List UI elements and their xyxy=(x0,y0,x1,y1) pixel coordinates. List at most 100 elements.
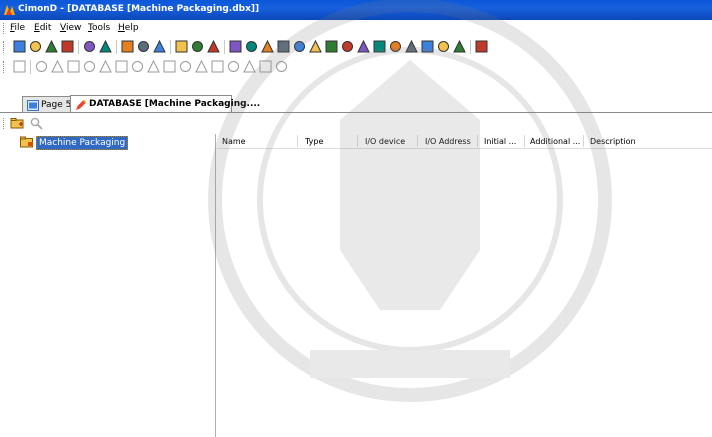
page-icon[interactable] xyxy=(372,39,387,54)
menu-help-accel: H xyxy=(118,23,125,33)
tree-item-label: Machine Packaging xyxy=(36,136,129,150)
menu-tools-rest: ools xyxy=(91,23,111,33)
draw-toolbar xyxy=(0,57,712,77)
toolbar-separator xyxy=(470,40,471,54)
draw-toolbar-grip[interactable] xyxy=(3,61,6,73)
new-icon[interactable] xyxy=(12,39,27,54)
column-description[interactable]: Description xyxy=(590,137,636,146)
document-tabs: Page 5 DATABASE [Machine Packaging.... xyxy=(0,95,712,113)
panel-toolbar-grip[interactable] xyxy=(3,118,6,129)
ungroup-icon[interactable] xyxy=(242,59,257,74)
list-header: Name Type I/O device I/O Address Initial… xyxy=(217,134,712,149)
frame-icon[interactable] xyxy=(258,59,273,74)
toolbar-separator xyxy=(116,40,117,54)
save-all-icon[interactable] xyxy=(60,39,75,54)
alarm-icon[interactable] xyxy=(308,39,323,54)
button-icon[interactable] xyxy=(210,59,225,74)
arc-icon[interactable] xyxy=(98,59,113,74)
copy-icon[interactable] xyxy=(136,39,151,54)
menu-edit-rest: dit xyxy=(39,23,52,33)
find-icon[interactable] xyxy=(174,39,189,54)
draw-icon[interactable] xyxy=(244,39,259,54)
column-separator[interactable] xyxy=(357,135,358,147)
help-icon[interactable] xyxy=(474,39,489,54)
rounded-rect-icon[interactable] xyxy=(66,59,81,74)
search-icon[interactable] xyxy=(30,117,44,130)
delete-icon[interactable] xyxy=(206,39,221,54)
gear-icon[interactable] xyxy=(146,59,161,74)
column-type[interactable]: Type xyxy=(305,137,323,146)
column-io-address[interactable]: I/O Address xyxy=(425,137,471,146)
tab-label: Page 5 xyxy=(41,100,72,110)
window-title: CimonD - [DATABASE [Machine Packaging.db… xyxy=(18,4,260,14)
display-icon[interactable] xyxy=(260,39,275,54)
bitmap-icon[interactable] xyxy=(194,59,209,74)
column-separator[interactable] xyxy=(524,135,525,147)
menu-view-rest: iew xyxy=(65,23,82,33)
add-group-icon[interactable] xyxy=(10,117,25,130)
toolbar-separator xyxy=(78,40,79,54)
panel-toolbar xyxy=(0,114,712,133)
network-icon[interactable] xyxy=(276,39,291,54)
column-initial[interactable]: Initial ... xyxy=(484,137,516,146)
menubar-grip[interactable] xyxy=(3,23,6,34)
ellipse-icon[interactable] xyxy=(82,59,97,74)
column-separator[interactable] xyxy=(583,135,584,147)
tab-label: DATABASE [Machine Packaging.... xyxy=(89,99,261,109)
object-icon[interactable] xyxy=(388,39,403,54)
menu-tools[interactable]: Tools xyxy=(88,23,110,33)
script-icon[interactable] xyxy=(340,39,355,54)
print-icon[interactable] xyxy=(82,39,97,54)
database-tab-icon xyxy=(76,99,87,110)
trend-icon[interactable] xyxy=(436,39,451,54)
menu-bar: File Edit View Tools Help xyxy=(0,20,712,36)
pane-splitter[interactable] xyxy=(215,134,216,437)
title-bar[interactable]: CimonD - [DATABASE [Machine Packaging.db… xyxy=(0,0,712,20)
replace-icon[interactable] xyxy=(190,39,205,54)
main-toolbar xyxy=(0,37,712,57)
tag-wizard-icon[interactable] xyxy=(228,39,243,54)
column-separator[interactable] xyxy=(477,135,478,147)
menu-help-rest: elp xyxy=(124,23,139,33)
tab-underline xyxy=(0,112,712,113)
tab-database[interactable]: DATABASE [Machine Packaging.... xyxy=(70,95,260,113)
chart-icon[interactable] xyxy=(420,39,435,54)
menu-view[interactable]: View xyxy=(60,23,81,33)
pointer-icon[interactable] xyxy=(12,59,27,74)
page-icon xyxy=(27,100,39,111)
menu-help[interactable]: Help xyxy=(118,23,139,33)
image-icon[interactable] xyxy=(274,59,289,74)
polyline-icon[interactable] xyxy=(130,59,145,74)
database-icon[interactable] xyxy=(324,39,339,54)
menu-file[interactable]: File xyxy=(10,23,25,33)
open-icon[interactable] xyxy=(28,39,43,54)
app-logo-icon xyxy=(4,5,15,15)
group-icon[interactable] xyxy=(226,59,241,74)
rectangle-icon[interactable] xyxy=(50,59,65,74)
tab-page-5[interactable]: Page 5 xyxy=(22,96,72,113)
tools-icon[interactable] xyxy=(356,39,371,54)
toolbar-grip[interactable] xyxy=(3,41,6,53)
line-icon[interactable] xyxy=(34,59,49,74)
toolbar-separator xyxy=(170,40,171,54)
menu-edit[interactable]: Edit xyxy=(34,23,51,33)
column-separator[interactable] xyxy=(417,135,418,147)
toolbar-separator xyxy=(224,40,225,54)
column-name[interactable]: Name xyxy=(222,137,246,146)
folder-icon xyxy=(20,136,33,148)
polygon-icon[interactable] xyxy=(114,59,129,74)
column-io-device[interactable]: I/O device xyxy=(365,137,405,146)
toolbar-separator xyxy=(30,60,31,74)
report-icon[interactable] xyxy=(404,39,419,54)
recipe-icon[interactable] xyxy=(452,39,467,54)
column-separator[interactable] xyxy=(297,135,298,147)
column-additional[interactable]: Additional ... xyxy=(530,137,580,146)
lamp-icon[interactable] xyxy=(162,59,177,74)
battery-icon[interactable] xyxy=(292,39,307,54)
text-icon[interactable] xyxy=(178,59,193,74)
print-preview-icon[interactable] xyxy=(98,39,113,54)
paste-icon[interactable] xyxy=(152,39,167,54)
menu-file-rest: ile xyxy=(14,23,26,33)
save-icon[interactable] xyxy=(44,39,59,54)
cut-icon[interactable] xyxy=(120,39,135,54)
